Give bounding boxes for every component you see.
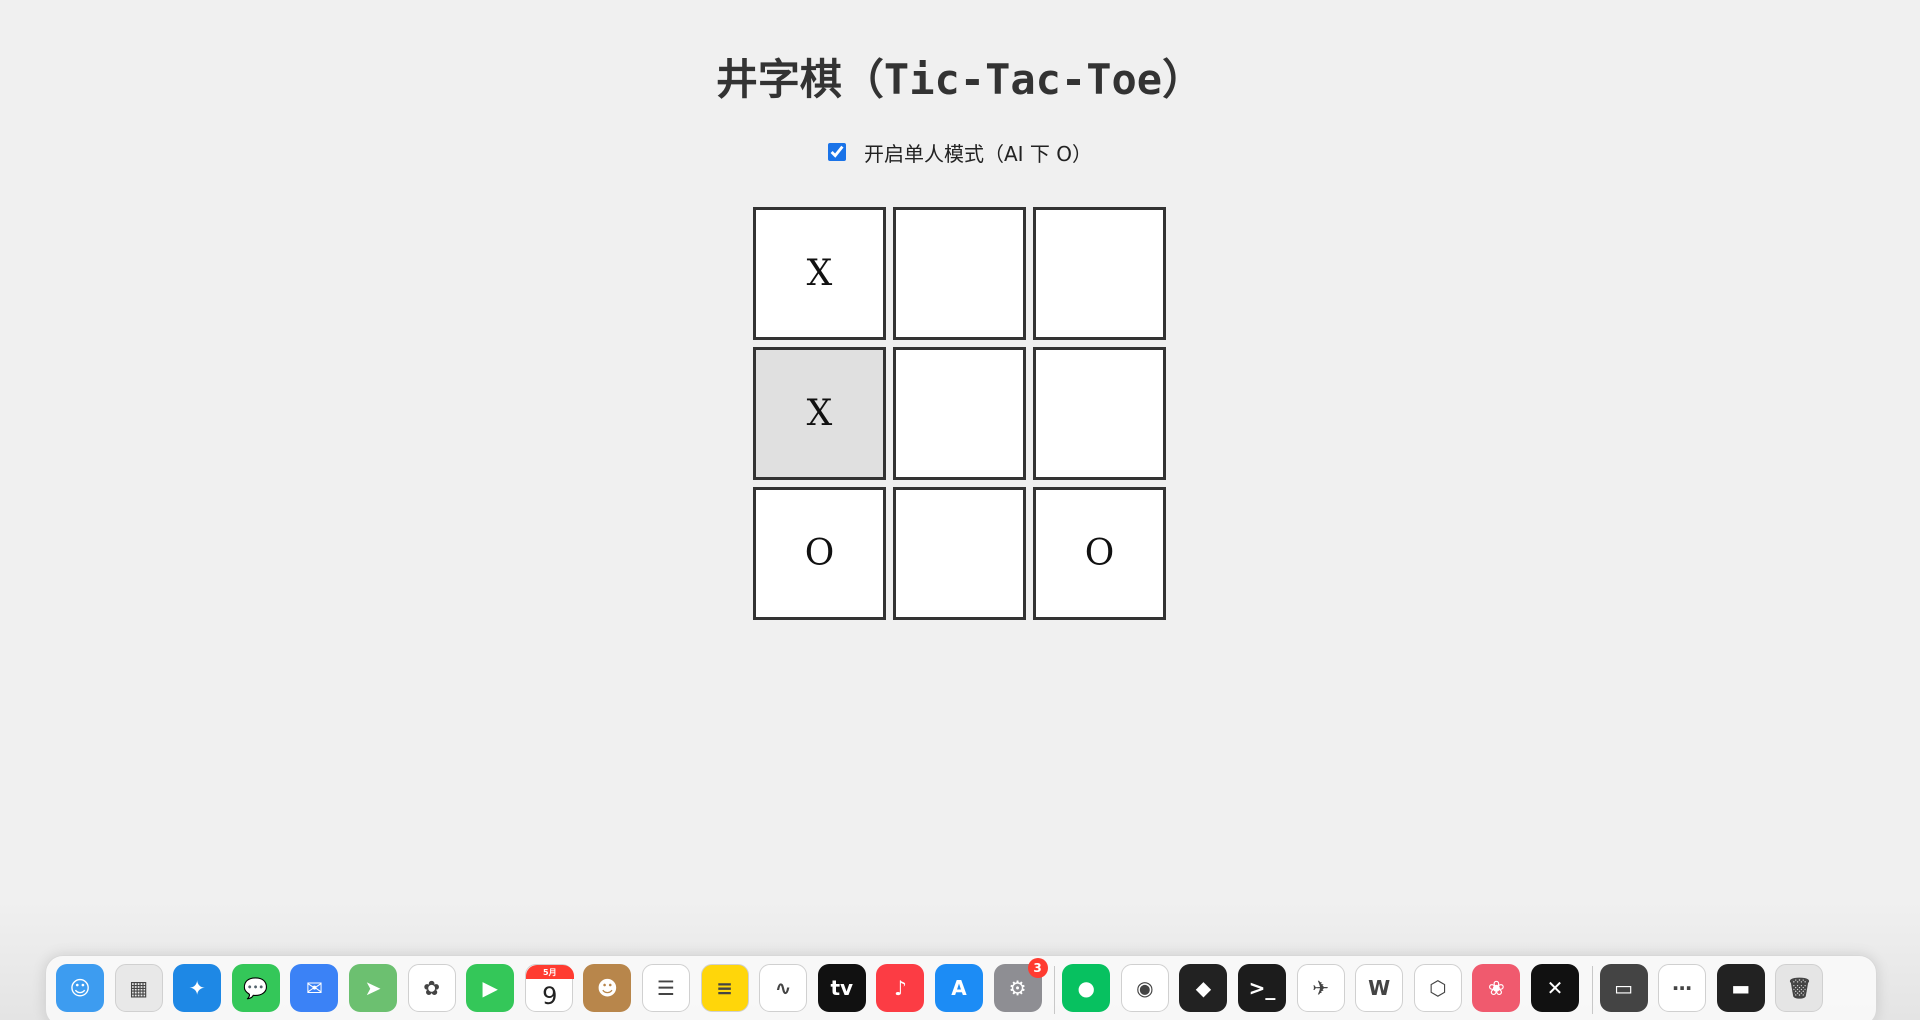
- bird-app-icon[interactable]: ✈: [1296, 964, 1345, 1012]
- page: 井字棋（Tic-Tac-Toe） 开启单人模式（AI 下 O） X X O O …: [0, 0, 1920, 1020]
- recent-document-icon[interactable]: ⋯: [1658, 964, 1707, 1012]
- calendar-month: 5月: [525, 965, 574, 979]
- music-icon[interactable]: ♪: [876, 964, 925, 1012]
- capcut-icon[interactable]: ✕: [1531, 964, 1579, 1012]
- recent-screen-icon[interactable]: ▬: [1716, 964, 1765, 1012]
- freeform-icon[interactable]: ∿: [759, 964, 808, 1012]
- calendar-day: 9: [542, 982, 558, 1010]
- calendar-icon[interactable]: 5月 9: [524, 964, 574, 1012]
- finder-icon[interactable]: ☺: [56, 964, 104, 1012]
- board-cell-1[interactable]: [893, 207, 1026, 340]
- board-cell-6[interactable]: O: [753, 487, 886, 620]
- safari-icon[interactable]: ✦: [173, 964, 222, 1012]
- notes-icon[interactable]: ≡: [700, 964, 749, 1012]
- single-player-checkbox[interactable]: [827, 143, 846, 161]
- cube-app-icon[interactable]: ◆: [1179, 964, 1228, 1012]
- dock-separator: [1054, 966, 1056, 1014]
- mail-icon[interactable]: ✉: [290, 964, 339, 1012]
- facetime-icon[interactable]: ▶: [466, 964, 515, 1012]
- board-cell-7[interactable]: [893, 487, 1026, 620]
- apple-tv-icon[interactable]: tv: [817, 964, 866, 1012]
- photos-icon[interactable]: ✿: [407, 964, 456, 1012]
- board-cell-3[interactable]: X: [753, 347, 886, 480]
- app-store-icon[interactable]: A: [935, 964, 983, 1012]
- notification-badge: 3: [1027, 958, 1048, 978]
- trash-icon[interactable]: 🗑: [1775, 964, 1824, 1012]
- game-board: X X O O: [753, 207, 1167, 621]
- dock: ☺ ▦ ✦ 💬 ✉ ➤ ✿ ▶ 5月 9 ☻ ☰ ≡ ∿ tv ♪ A ⚙ 3 ● ◉ ◆ >_ ✈ W ⬡ ❀ ✕ ▭ ⋯ ▬ 🗑: [45, 955, 1877, 1020]
- reminders-icon[interactable]: ☰: [642, 964, 690, 1012]
- single-player-row: 开启单人模式（AI 下 O）: [0, 136, 1920, 168]
- recent-window-icon[interactable]: ▭: [1599, 964, 1648, 1012]
- single-player-label[interactable]: 开启单人模式（AI 下 O）: [864, 138, 1092, 167]
- system-settings-icon[interactable]: ⚙ 3: [993, 958, 1048, 1012]
- box-app-icon[interactable]: ⬡: [1413, 964, 1462, 1012]
- board-cell-4[interactable]: [893, 347, 1026, 480]
- chrome-icon[interactable]: ◉: [1120, 964, 1169, 1012]
- board-cell-5[interactable]: [1033, 347, 1166, 480]
- launchpad-icon[interactable]: ▦: [114, 964, 163, 1012]
- board-cell-0[interactable]: X: [753, 207, 886, 340]
- flower-app-icon[interactable]: ❀: [1472, 964, 1521, 1012]
- contacts-icon[interactable]: ☻: [583, 964, 632, 1012]
- terminal-icon[interactable]: >_: [1238, 964, 1286, 1012]
- dock-separator: [1591, 966, 1593, 1014]
- page-title: 井字棋（Tic-Tac-Toe）: [715, 55, 1205, 104]
- wps-icon[interactable]: W: [1355, 964, 1404, 1012]
- maps-icon[interactable]: ➤: [349, 964, 397, 1012]
- messages-icon[interactable]: 💬: [231, 964, 280, 1012]
- board-cell-2[interactable]: [1033, 207, 1166, 340]
- board-cell-8[interactable]: O: [1033, 487, 1166, 620]
- wechat-icon[interactable]: ●: [1062, 964, 1111, 1012]
